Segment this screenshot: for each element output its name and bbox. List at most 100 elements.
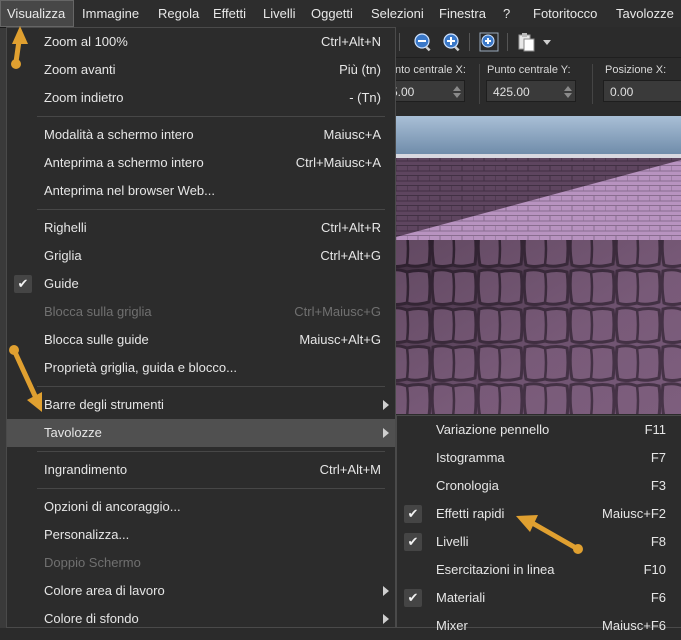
menu-item-colore-di-sfondo[interactable]: Colore di sfondo — [7, 605, 395, 633]
menu-item-label: Guide — [44, 276, 79, 291]
menu-item-shortcut: Maiusc+F2 — [602, 506, 666, 521]
menu-item-esercitazioni-in-linea[interactable]: Esercitazioni in linea F10 — [397, 556, 680, 584]
menu-item-label: Griglia — [44, 248, 82, 263]
menubar-item-label: Fotoritocco — [533, 6, 598, 21]
menu-item-label: Anteprima nel browser Web... — [44, 183, 215, 198]
menu-item-label: Variazione pennello — [436, 422, 550, 437]
menubar-item-finestra[interactable]: Finestra — [433, 0, 496, 27]
menubar-item-label: Livelli — [263, 6, 296, 21]
menu-item-effetti-rapidi[interactable]: ✔ Effetti rapidi Maiusc+F2 — [397, 500, 680, 528]
center-x-field[interactable]: 5.00 — [385, 80, 465, 102]
menu-item-label: Anteprima a schermo intero — [44, 155, 204, 170]
spin-up-icon[interactable] — [453, 86, 461, 91]
menu-item-label: Tavolozze — [44, 425, 102, 440]
menu-item-label: Esercitazioni in linea — [436, 562, 555, 577]
menu-item-righelli[interactable]: Righelli Ctrl+Alt+R — [7, 214, 395, 242]
chevron-right-icon — [383, 614, 389, 624]
menu-item-shortcut: Ctrl+Maiusc+G — [294, 304, 381, 319]
menu-item-shortcut: Maiusc+Alt+G — [299, 332, 381, 347]
chevron-right-icon — [383, 586, 389, 596]
menu-item-istogramma[interactable]: Istogramma F7 — [397, 444, 680, 472]
position-x-field[interactable]: 0.00 — [603, 80, 681, 102]
menu-item-label: Modalità a schermo intero — [44, 127, 194, 142]
menubar-item-tavolozze[interactable]: Tavolozze — [610, 0, 681, 27]
menu-item-label: Proprietà griglia, guida e blocco... — [44, 360, 237, 375]
menu-item-modalità-a-schermo-intero[interactable]: Modalità a schermo intero Maiusc+A — [7, 121, 395, 149]
menu-item-proprietà-griglia-guida-e-blocco[interactable]: Proprietà griglia, guida e blocco... — [7, 354, 395, 382]
menu-item-mixer[interactable]: Mixer Maiusc+F6 — [397, 612, 680, 640]
menu-item-label: Doppio Schermo — [44, 555, 141, 570]
menu-item-blocca-sulla-griglia: Blocca sulla griglia Ctrl+Maiusc+G — [7, 298, 395, 326]
spin-up-icon[interactable] — [564, 86, 572, 91]
checkmark-icon: ✔ — [404, 505, 422, 523]
menu-separator — [37, 451, 385, 452]
tool-options-bar: nto centrale X: 5.00 Punto centrale Y: 4… — [385, 57, 681, 110]
menu-item-livelli[interactable]: ✔ Livelli F8 — [397, 528, 680, 556]
menu-item-shortcut: F7 — [650, 450, 666, 465]
divider — [479, 64, 480, 104]
menu-separator — [37, 488, 385, 489]
menu-item-anteprima-a-schermo-intero[interactable]: Anteprima a schermo intero Ctrl+Maiusc+A — [7, 149, 395, 177]
clipboard-icon[interactable] — [517, 32, 537, 52]
menubar-item-selezioni[interactable]: Selezioni — [365, 0, 432, 27]
menu-item-label: Blocca sulla griglia — [44, 304, 152, 319]
menu-item-label: Cronologia — [436, 478, 499, 493]
menubar-item-label: Immagine — [82, 6, 140, 21]
menu-item-personalizza[interactable]: Personalizza... — [7, 521, 395, 549]
menu-item-barre-degli-strumenti[interactable]: Barre degli strumenti — [7, 391, 395, 419]
menubar-item-label: Selezioni — [371, 6, 424, 21]
zoom-in-icon[interactable] — [442, 32, 462, 52]
canvas-image — [385, 116, 681, 414]
menu-item-anteprima-nel-browser-web[interactable]: Anteprima nel browser Web... — [7, 177, 395, 205]
spin-down-icon[interactable] — [564, 93, 572, 98]
menu-item-cronologia[interactable]: Cronologia F3 — [397, 472, 680, 500]
menu-item-ingrandimento[interactable]: Ingrandimento Ctrl+Alt+M — [7, 456, 395, 484]
menu-item-doppio-schermo: Doppio Schermo — [7, 549, 395, 577]
menu-item-blocca-sulle-guide[interactable]: Blocca sulle guide Maiusc+Alt+G — [7, 326, 395, 354]
menu-item-label: Barre degli strumenti — [44, 397, 164, 412]
menu-item-label: Righelli — [44, 220, 87, 235]
menu-item-opzioni-di-ancoraggio[interactable]: Opzioni di ancoraggio... — [7, 493, 395, 521]
zoom-fit-icon[interactable] — [479, 32, 499, 52]
divider — [592, 64, 593, 104]
spin-down-icon[interactable] — [453, 93, 461, 98]
menu-item-materiali[interactable]: ✔ Materiali F6 — [397, 584, 680, 612]
menu-item-shortcut: Ctrl+Alt+R — [321, 220, 381, 235]
menubar-item-fotoritocco[interactable]: Fotoritocco — [527, 0, 609, 27]
menubar-item-immagine[interactable]: Immagine — [76, 0, 150, 27]
menu-item-shortcut: F3 — [650, 478, 666, 493]
menubar-item-visualizza[interactable]: Visualizza — [0, 0, 74, 27]
menu-item-shortcut: Maiusc+A — [323, 127, 381, 142]
menubar-item-help[interactable]: ? — [497, 0, 525, 27]
menu-item-griglia[interactable]: Griglia Ctrl+Alt+G — [7, 242, 395, 270]
center-y-field[interactable]: 425.00 — [486, 80, 576, 102]
tavolozze-submenu: Variazione pennello F11 Istogramma F7 Cronol… — [396, 415, 681, 633]
menubar-item-oggetti[interactable]: Oggetti — [305, 0, 363, 27]
menu-item-label: Personalizza... — [44, 527, 130, 542]
menu-item-shortcut: Maiusc+F6 — [602, 618, 666, 633]
menu-item-colore-area-di-lavoro[interactable]: Colore area di lavoro — [7, 577, 395, 605]
position-x-label: Posizione X: — [605, 64, 667, 76]
menu-item-guide[interactable]: ✔ Guide — [7, 270, 395, 298]
menu-item-shortcut: F6 — [650, 590, 666, 605]
menu-item-zoom-al-100[interactable]: Zoom al 100% Ctrl+Alt+N — [7, 28, 395, 56]
menubar-item-livelli[interactable]: Livelli — [257, 0, 304, 27]
zoom-out-icon[interactable] — [413, 32, 433, 52]
menu-item-shortcut: - (Tn) — [349, 90, 381, 105]
chevron-right-icon — [383, 428, 389, 438]
center-x-label: nto centrale X: — [395, 64, 466, 76]
menu-item-tavolozze[interactable]: Tavolozze — [7, 419, 395, 447]
image-canvas[interactable] — [385, 116, 681, 414]
menu-item-zoom-indietro[interactable]: Zoom indietro - (Tn) — [7, 84, 395, 112]
visualizza-menu: Zoom al 100% Ctrl+Alt+N Zoom avanti Più (tn… — [6, 27, 396, 628]
chevron-down-icon[interactable] — [543, 40, 551, 45]
menubar-item-regola[interactable]: Regola — [152, 0, 206, 27]
menubar-item-effetti[interactable]: Effetti — [207, 0, 256, 27]
center-y-label: Punto centrale Y: — [487, 64, 571, 76]
menubar-item-label: Finestra — [439, 6, 486, 21]
menu-item-label: Colore area di lavoro — [44, 583, 165, 598]
menu-item-zoom-avanti[interactable]: Zoom avanti Più (tn) — [7, 56, 395, 84]
toolbar-separator — [469, 33, 470, 51]
menu-item-label: Zoom al 100% — [44, 34, 128, 49]
menu-item-variazione-pennello[interactable]: Variazione pennello F11 — [397, 416, 680, 444]
